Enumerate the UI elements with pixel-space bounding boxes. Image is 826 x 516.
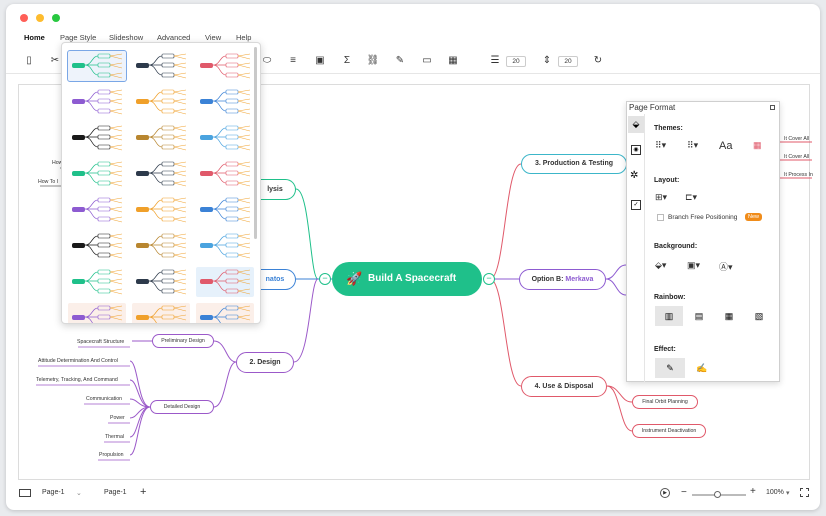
layout-thumbnail[interactable] — [196, 51, 254, 81]
rainbow-label: Rainbow: — [654, 294, 686, 301]
color-theme-icon[interactable]: ▦ — [753, 140, 762, 151]
gallery-scrollbar[interactable] — [254, 47, 257, 239]
layout-thumbnail[interactable] — [196, 159, 254, 189]
partial-topic-right-3[interactable]: It Process In — [784, 172, 813, 178]
partial-topic-right-1[interactable]: It Cover All — [784, 136, 809, 142]
collapse-right-toggle[interactable]: − — [483, 273, 495, 285]
chevron-down-icon[interactable]: ▾ — [786, 489, 790, 497]
panel-sidebar: ⬙ ◉ ✲ ✓ — [627, 114, 645, 382]
layout-thumbnail[interactable] — [132, 303, 190, 323]
branch-option-b[interactable]: Option B: Merkava — [519, 269, 606, 290]
topic-final-orbit-planning[interactable]: Final Orbit Planning — [632, 395, 698, 409]
layout-thumbnail[interactable] — [196, 123, 254, 153]
option-b-prefix: Option B: — [531, 276, 566, 283]
branch-option-a-partial[interactable]: natos — [255, 269, 296, 290]
rainbow-option-4[interactable]: ▧ — [745, 306, 773, 326]
layout-label: Layout: — [654, 177, 680, 184]
layout-structure-icon[interactable]: ⊞▾ — [655, 192, 667, 203]
play-icon[interactable]: ▶ — [660, 488, 670, 498]
topic-attitude-determination[interactable]: Attitude Determination And Control — [38, 358, 118, 364]
font-theme-icon[interactable]: Aa — [719, 140, 732, 152]
layout-thumbnail[interactable] — [132, 231, 190, 261]
layout-thumbnail[interactable] — [67, 50, 127, 82]
layout-thumbnail[interactable] — [132, 267, 190, 297]
page-format-tab-icon[interactable]: ⬙ — [628, 116, 644, 133]
panel-title: Page Format — [629, 103, 676, 112]
page-view-icon[interactable] — [19, 489, 31, 497]
layout-thumbnail[interactable] — [68, 195, 126, 225]
background-image-icon[interactable]: ▣▾ — [687, 260, 700, 271]
layout-thumbnail[interactable] — [196, 195, 254, 225]
watermark-icon[interactable]: Ⓐ▾ — [719, 260, 733, 273]
zoom-out-button[interactable]: − — [681, 487, 687, 498]
layout-thumbnail[interactable] — [132, 123, 190, 153]
collapse-left-toggle[interactable]: − — [319, 273, 331, 285]
central-topic[interactable]: 🚀 Build A Spacecraft — [332, 262, 482, 296]
theme-layout-icon[interactable]: ⠿▾ — [655, 140, 666, 151]
background-label: Background: — [654, 243, 698, 250]
layout-thumbnail[interactable] — [68, 231, 126, 261]
layout-thumbnail[interactable] — [196, 303, 254, 323]
layout-style-gallery — [61, 42, 261, 324]
topic-detailed-design[interactable]: Detailed Design — [150, 400, 214, 414]
option-b-name: Merkava — [565, 276, 594, 283]
branch-production-testing[interactable]: 3. Production & Testing — [521, 154, 627, 174]
page-format-panel: Page Format ⬙ ◉ ✲ ✓ Themes: ⠿▾ ⠿▾ Aa ▦ L… — [626, 101, 780, 382]
topic-preliminary-design[interactable]: Preliminary Design — [152, 334, 214, 348]
layout-thumbnail[interactable] — [132, 87, 190, 117]
status-bar: Page-1 ⌄ Page-1 + ▶ − + 100% ▾ — [0, 484, 826, 506]
rainbow-option-3[interactable]: ▦ — [715, 306, 743, 326]
chevron-down-icon[interactable]: ⌄ — [76, 489, 82, 497]
branch-analysis-partial[interactable]: lysis — [255, 179, 296, 200]
effect-hand-drawn-icon[interactable]: ✍ — [687, 358, 717, 378]
layout-thumbnail[interactable] — [132, 51, 190, 81]
layout-thumbnail[interactable] — [68, 267, 126, 297]
theme-style-icon[interactable]: ⠿▾ — [687, 140, 698, 151]
rainbow-option-2[interactable]: ▤ — [685, 306, 713, 326]
branch-free-checkbox[interactable] — [657, 214, 664, 221]
topic-spacecraft-structure[interactable]: Spacecraft Structure — [77, 339, 124, 345]
style-tab-icon[interactable]: ◉ — [631, 145, 641, 155]
topic-thermal[interactable]: Thermal — [105, 434, 124, 440]
rainbow-option-1[interactable]: ▥ — [655, 306, 683, 326]
branch-design[interactable]: 2. Design — [236, 352, 294, 373]
layout-thumbnail[interactable] — [68, 87, 126, 117]
central-topic-label: Build A Spacecraft — [368, 273, 457, 284]
layout-thumbnail[interactable] — [68, 303, 126, 323]
themes-label: Themes: — [654, 125, 683, 132]
new-badge: New — [745, 213, 763, 221]
effect-none-icon[interactable]: ✎ — [655, 358, 685, 378]
zoom-slider-handle[interactable] — [714, 491, 721, 498]
task-tab-icon[interactable]: ✓ — [631, 200, 641, 210]
layout-thumbnail[interactable] — [132, 159, 190, 189]
fullscreen-icon[interactable] — [800, 488, 809, 497]
panel-dock-icon[interactable] — [770, 105, 775, 110]
connector-style-icon[interactable]: ⊏▾ — [685, 192, 697, 203]
partial-topic-right-2[interactable]: It Cover All — [784, 154, 809, 160]
layout-thumbnail[interactable] — [132, 195, 190, 225]
topic-telemetry[interactable]: Telemetry, Tracking, And Command — [36, 377, 118, 383]
layout-thumbnail[interactable] — [68, 123, 126, 153]
layout-thumbnail[interactable] — [196, 231, 254, 261]
page-tab[interactable]: Page-1 — [104, 489, 127, 496]
fill-color-icon[interactable]: ⬙▾ — [655, 260, 666, 271]
add-page-button[interactable]: + — [140, 486, 146, 498]
zoom-in-button[interactable]: + — [750, 486, 756, 497]
zoom-level[interactable]: 100% — [766, 489, 784, 496]
topic-power[interactable]: Power — [110, 415, 125, 421]
branch-free-label: Branch Free Positioning — [668, 214, 738, 221]
layout-thumbnail[interactable] — [196, 87, 254, 117]
branch-use-disposal[interactable]: 4. Use & Disposal — [521, 376, 607, 397]
rocket-icon: 🚀 — [346, 271, 363, 286]
page-select[interactable]: Page-1 — [42, 489, 65, 496]
layout-thumbnail[interactable] — [68, 159, 126, 189]
topic-propulsion[interactable]: Propulsion — [99, 452, 124, 458]
topic-communication[interactable]: Communication — [86, 396, 122, 402]
partial-topic-left-2[interactable]: How To I — [38, 179, 58, 185]
icons-tab-icon[interactable]: ✲ — [630, 170, 638, 181]
topic-instrument-deactivation[interactable]: Instrument Deactivation — [632, 424, 706, 438]
effect-label: Effect: — [654, 346, 676, 353]
layout-thumbnail[interactable] — [196, 267, 254, 297]
